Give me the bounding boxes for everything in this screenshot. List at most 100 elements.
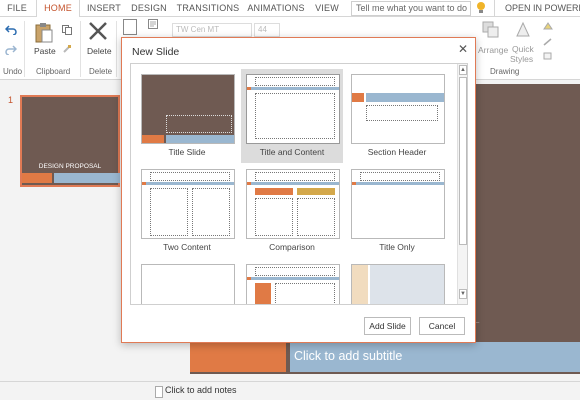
copy-icon[interactable] [62, 25, 72, 35]
group-delete-label: Delete [89, 67, 113, 76]
layout-picture-with-caption[interactable] [346, 259, 448, 304]
arrange-button-label[interactable]: Arrange [478, 45, 508, 55]
font-name-select[interactable]: TW Cen MT [172, 23, 252, 37]
placeholder-title [255, 267, 335, 276]
notes-toggle-button[interactable] [155, 386, 163, 398]
tab-insert[interactable]: INSERT [82, 0, 126, 17]
ribbon-separator [80, 21, 81, 77]
layout-preview [141, 264, 235, 304]
slide-orange-bar [190, 342, 286, 372]
tell-me-search-input[interactable]: Tell me what you want to do [351, 1, 471, 16]
layout-preview [246, 264, 340, 304]
quick-styles-label-line1[interactable]: Quick [512, 44, 534, 54]
layout-content-with-caption[interactable] [241, 259, 343, 304]
blue-bar [251, 277, 339, 280]
layout-two-content[interactable]: Two Content [136, 164, 238, 258]
layout-section-header[interactable]: Section Header [346, 69, 448, 163]
tab-home[interactable]: HOME [36, 0, 80, 18]
placeholder-title [166, 115, 232, 133]
layout-preview [351, 74, 445, 144]
notes-placeholder[interactable]: Click to add notes [165, 385, 237, 395]
format-painter-icon[interactable] [62, 44, 72, 54]
group-undo-label: Undo [3, 67, 23, 76]
picture-area [370, 265, 444, 304]
layout-preview [351, 169, 445, 239]
dialog-title: New Slide [132, 46, 180, 58]
placeholder-content [255, 93, 335, 139]
gold-header [297, 188, 335, 195]
delete-button-label[interactable]: Delete [87, 46, 112, 56]
blue-bar [366, 93, 444, 102]
paste-button-label[interactable]: Paste [34, 46, 56, 56]
layout-preview [246, 74, 340, 144]
tab-design[interactable]: DESIGN [128, 0, 170, 17]
placeholder-title [255, 77, 335, 86]
placeholder-left [255, 198, 293, 236]
tab-view[interactable]: VIEW [310, 0, 344, 17]
placeholder-title [255, 172, 335, 181]
slide-number: 1 [8, 95, 14, 105]
layout-title-only[interactable]: Title Only [346, 164, 448, 258]
cancel-button[interactable]: Cancel [419, 317, 465, 335]
redo-icon[interactable] [5, 45, 17, 55]
shape-effects-icon[interactable] [542, 51, 554, 61]
layout-preview [141, 74, 235, 144]
thumbnail-orange-bar [22, 173, 52, 183]
layout-preview [246, 169, 340, 239]
layout-preview [351, 264, 445, 304]
layout-comparison[interactable]: Comparison [241, 164, 343, 258]
new-slide-dialog: New Slide ✕ Title Slide Title and Conten… [121, 37, 476, 343]
paste-icon[interactable] [34, 22, 54, 44]
scroll-up-icon[interactable]: ▲ [459, 65, 467, 75]
layout-preview [141, 169, 235, 239]
ribbon-separator [116, 21, 117, 77]
notes-bar: Click to add notes [0, 381, 580, 400]
layout-label: Section Header [367, 147, 427, 157]
layout-gallery: Title Slide Title and Content Section He… [130, 63, 468, 305]
layout-title-slide[interactable]: Title Slide [136, 69, 238, 163]
tan-bar [352, 265, 368, 304]
scroll-down-icon[interactable]: ▼ [459, 289, 467, 299]
orange-block [255, 283, 271, 304]
quick-styles-icon[interactable] [514, 21, 532, 39]
ribbon-tab-bar: FILE HOME INSERT DESIGN TRANSITIONS ANIM… [0, 0, 580, 18]
tab-file[interactable]: FILE [0, 0, 34, 17]
open-in-powerpoint-button[interactable]: OPEN IN POWERPOINT [494, 0, 580, 17]
placeholder-content [275, 283, 335, 304]
layout-title-and-content[interactable]: Title and Content [241, 69, 343, 163]
undo-icon[interactable] [5, 25, 17, 35]
thumbnail-blue-bar [54, 173, 120, 183]
add-slide-button[interactable]: Add Slide [364, 317, 411, 335]
scroll-thumb[interactable] [459, 77, 467, 245]
shape-outline-icon[interactable] [542, 37, 554, 47]
font-size-select[interactable]: 44 [254, 23, 280, 37]
placeholder-right [297, 198, 335, 236]
arrange-icon[interactable] [482, 21, 500, 39]
layout-label: Title Slide [168, 147, 206, 157]
close-icon[interactable]: ✕ [456, 42, 470, 56]
layout-blank[interactable] [136, 259, 238, 304]
layout-icon[interactable] [148, 19, 158, 29]
quick-styles-label-line2[interactable]: Styles [510, 54, 533, 64]
layout-label: Comparison [269, 242, 315, 252]
blue-bar [251, 182, 339, 185]
gallery-scrollbar[interactable]: ▲ ▼ [457, 64, 467, 304]
placeholder-title [150, 172, 230, 181]
delete-x-icon[interactable] [88, 21, 108, 41]
slide-thumbnail[interactable]: DESIGN PROPOSAL [20, 95, 120, 187]
placeholder-right [192, 188, 230, 236]
tab-transitions[interactable]: TRANSITIONS [172, 0, 244, 17]
shape-fill-icon[interactable] [542, 21, 554, 31]
placeholder-text [366, 105, 438, 121]
subtitle-placeholder[interactable]: Click to add subtitle [294, 349, 402, 363]
blue-bar [356, 182, 444, 185]
group-drawing-label: Drawing [490, 67, 520, 76]
placeholder-left [150, 188, 188, 236]
group-clipboard-label: Clipboard [36, 67, 71, 76]
blue-bar [146, 182, 234, 185]
new-slide-icon[interactable] [123, 19, 137, 35]
orange-bar [142, 135, 164, 143]
placeholder-title [360, 172, 440, 181]
tab-animations[interactable]: ANIMATIONS [245, 0, 307, 17]
blue-bar [251, 87, 339, 90]
